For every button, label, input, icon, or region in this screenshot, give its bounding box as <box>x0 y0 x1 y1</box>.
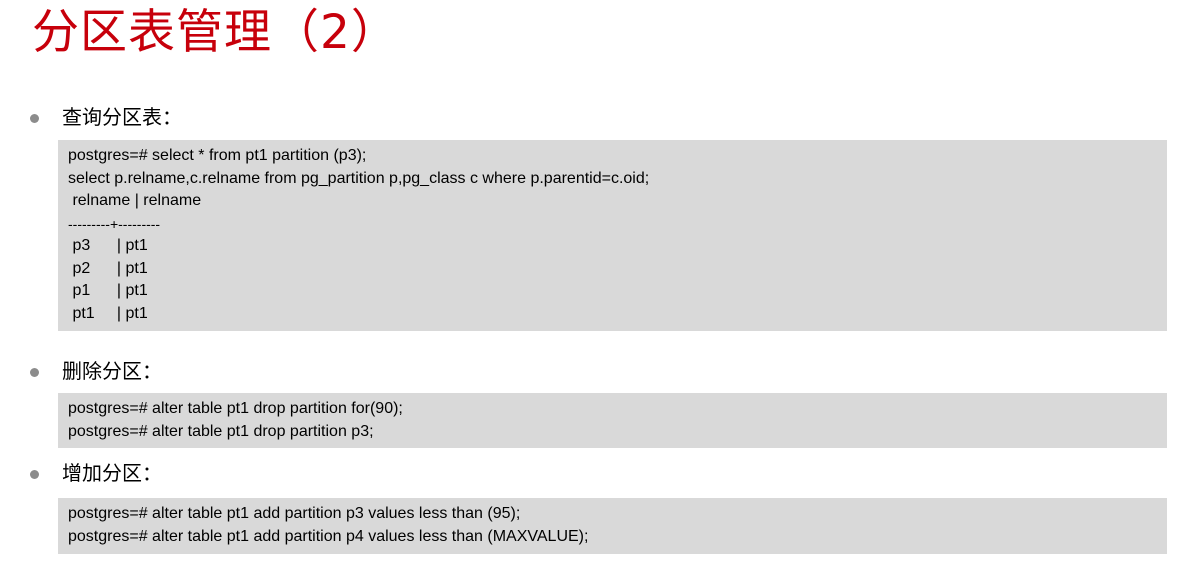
code-line: postgres=# alter table pt1 add partition… <box>68 505 521 522</box>
code-line: p3 | pt1 <box>68 237 148 254</box>
code-line: p2 | pt1 <box>68 259 148 277</box>
code-line: postgres=# alter table pt1 drop partitio… <box>68 422 374 440</box>
code-line: select p.relname,c.relname from pg_parti… <box>68 169 650 187</box>
code-line: ---------+--------- <box>68 215 161 232</box>
bullet-dot-icon <box>30 469 39 479</box>
bullet-dot-icon <box>30 367 39 377</box>
bullet-drop-partition: 删除分区： <box>30 356 162 386</box>
code-block-drop: postgres=# alter table pt1 drop partitio… <box>58 393 1167 448</box>
code-line: postgres=# alter table pt1 add partition… <box>68 527 589 545</box>
code-line: relname | relname <box>68 192 202 209</box>
code-line: postgres=# alter table pt1 drop partitio… <box>68 400 403 417</box>
code-block-query: postgres=# select * from pt1 partition (… <box>58 140 1167 331</box>
code-line: pt1 | pt1 <box>68 304 148 322</box>
code-line: p1 | pt1 <box>68 282 148 299</box>
section-heading-add: 增加分区： <box>62 461 162 485</box>
code-block-add: postgres=# alter table pt1 add partition… <box>58 498 1167 554</box>
bullet-add-partition: 增加分区： <box>30 458 162 488</box>
section-heading-drop: 删除分区： <box>62 359 162 383</box>
page-title: 分区表管理（2） <box>32 5 399 60</box>
section-heading-query: 查询分区表： <box>62 105 182 129</box>
bullet-dot-icon <box>30 113 39 123</box>
bullet-query-partition: 查询分区表： <box>30 102 182 132</box>
code-line: postgres=# select * from pt1 partition (… <box>68 147 367 164</box>
